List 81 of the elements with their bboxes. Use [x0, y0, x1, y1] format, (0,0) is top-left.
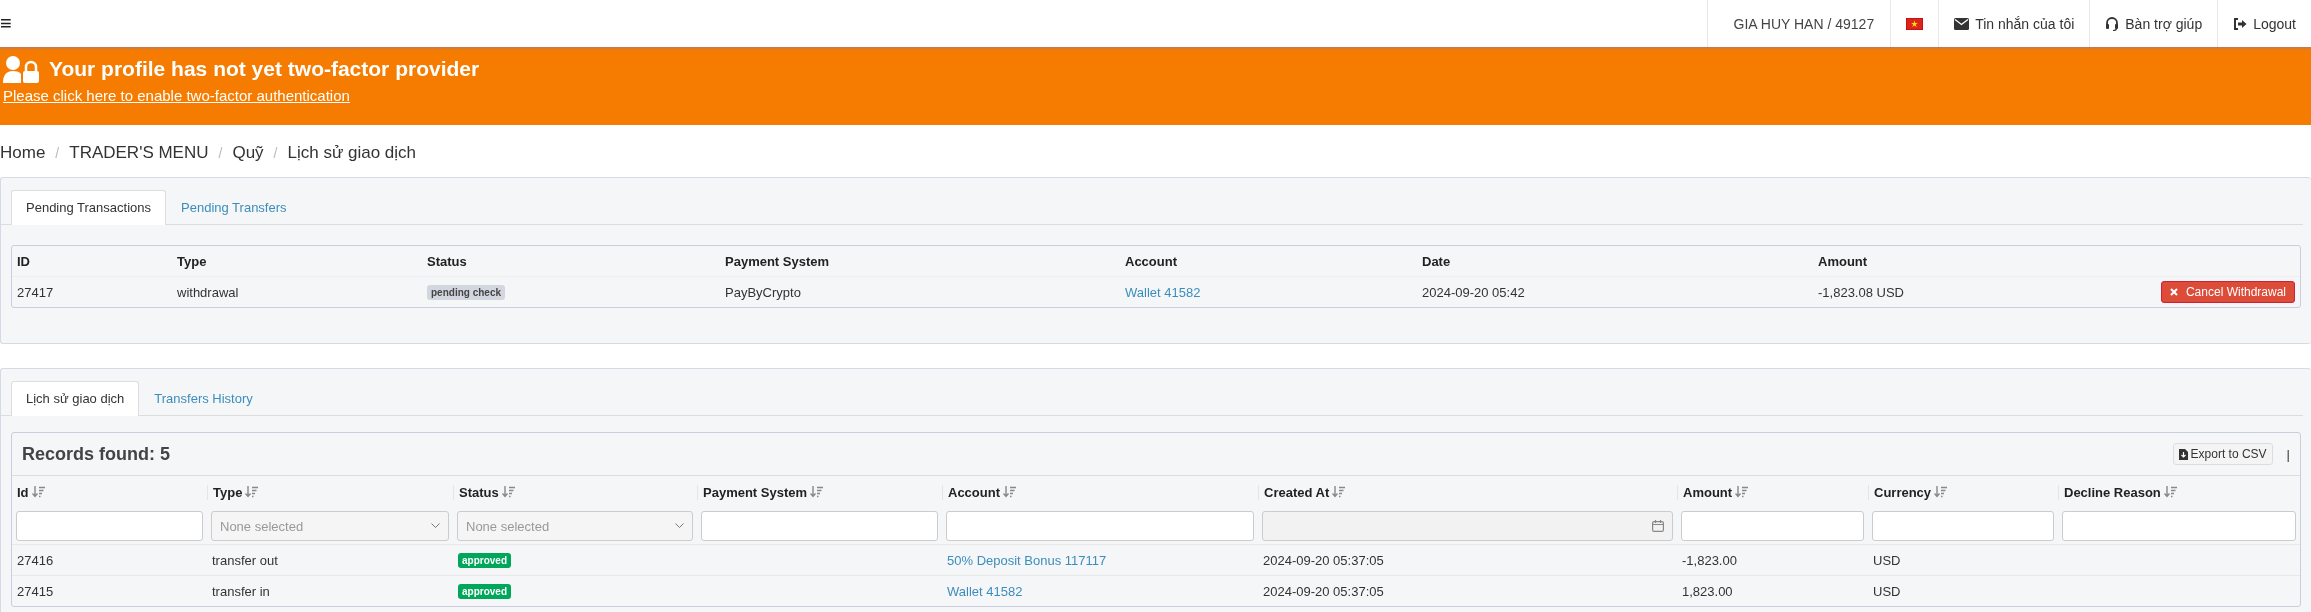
- sort-icon[interactable]: [1003, 486, 1016, 498]
- sort-icon[interactable]: [245, 486, 259, 498]
- column-header[interactable]: Id: [17, 484, 29, 500]
- column-header: Amount: [1817, 253, 1869, 269]
- column-header: Type: [176, 253, 208, 269]
- sort-icon[interactable]: [1934, 486, 1948, 498]
- status-badge: approved: [458, 553, 511, 568]
- flag-icon[interactable]: [1906, 17, 1924, 30]
- column-header: Payment System: [724, 253, 831, 269]
- table-cell-text: transfer out: [211, 552, 279, 568]
- breadcrumb-item: Lịch sử giao dịch: [287, 143, 417, 163]
- status-badge: pending check: [427, 285, 505, 300]
- table-cell-text: 27417: [16, 284, 55, 300]
- date-filter-field[interactable]: [1262, 511, 1673, 541]
- table-cell-text: -1,823.00: [1681, 552, 1738, 568]
- records-count: Records found: 5: [22, 443, 170, 465]
- sort-icon[interactable]: [501, 486, 515, 498]
- download-file-icon: [2178, 448, 2188, 460]
- column-header[interactable]: Decline Reason: [2064, 484, 2161, 500]
- tab[interactable]: Transfers History: [139, 381, 268, 416]
- table-cell-text: 27416: [16, 552, 55, 568]
- table-cell-text: USD: [1872, 583, 1902, 599]
- chevron-down-icon: [431, 523, 440, 529]
- logout-icon: [2233, 17, 2248, 30]
- chevron-down-icon: [675, 523, 684, 529]
- nav-link[interactable]: Logout: [2233, 15, 2296, 32]
- table-cell-text: 2024-09-20 05:37:05: [1262, 583, 1385, 599]
- column-header: ID: [16, 253, 31, 269]
- cancel-withdrawal-button[interactable]: Cancel Withdrawal: [2160, 281, 2295, 303]
- breadcrumb-item[interactable]: Quỹ: [232, 143, 264, 163]
- column-header: Date: [1421, 253, 1452, 269]
- filter-field[interactable]: [1872, 511, 2054, 541]
- tab[interactable]: Pending Transfers: [166, 190, 302, 225]
- tab[interactable]: Pending Transactions: [11, 190, 167, 225]
- column-header[interactable]: Status: [459, 484, 499, 500]
- column-header[interactable]: Created At: [1264, 484, 1330, 500]
- toolbar-separator: |: [2286, 446, 2290, 462]
- table-cell-text: 2024-09-20 05:42: [1421, 284, 1526, 300]
- table-cell-text: PayByCrypto: [724, 284, 802, 300]
- envelope-icon: [1954, 17, 1970, 30]
- breadcrumb-item[interactable]: TRADER'S MENU: [69, 143, 209, 163]
- user-lock-icon: [3, 55, 41, 83]
- filter-field[interactable]: [1681, 511, 1864, 541]
- filter-field[interactable]: [16, 511, 203, 541]
- sort-icon[interactable]: [2163, 486, 2177, 498]
- sort-icon[interactable]: [810, 486, 824, 498]
- column-header: Account: [1124, 253, 1178, 269]
- column-header[interactable]: Amount: [1683, 484, 1733, 500]
- sort-icon[interactable]: [1332, 486, 1346, 498]
- banner-title: Your profile has not yet two-factor provider: [49, 57, 480, 81]
- column-header[interactable]: Currency: [1874, 484, 1932, 500]
- filter-field[interactable]: [701, 511, 938, 541]
- table-cell-text: -1,823.08 USD: [1817, 284, 1905, 300]
- column-header: Status: [426, 253, 468, 269]
- column-header[interactable]: Payment System: [703, 484, 808, 500]
- table-cell-text: 1,823.00: [1681, 583, 1734, 599]
- breadcrumb-separator: /: [218, 145, 223, 161]
- nav-link[interactable]: Tin nhắn của tôi: [1954, 15, 2075, 32]
- breadcrumb-separator: /: [273, 145, 278, 161]
- export-csv-button[interactable]: Export to CSV: [2172, 443, 2273, 465]
- breadcrumb-separator: /: [55, 145, 60, 161]
- breadcrumb-item[interactable]: Home: [0, 143, 46, 163]
- filter-field[interactable]: [946, 511, 1254, 541]
- column-header[interactable]: Account: [948, 484, 1000, 500]
- table-cell-text: 27415: [16, 583, 55, 599]
- account-link[interactable]: 50% Deposit Bonus 117117: [947, 552, 1107, 568]
- sort-icon[interactable]: [1735, 486, 1749, 498]
- table-cell-text: 2024-09-20 05:37:05: [1262, 552, 1385, 568]
- calendar-icon: [1652, 520, 1664, 532]
- nav-link[interactable]: Bàn trợ giúp: [2105, 15, 2203, 32]
- menu-button[interactable]: ≡: [0, 0, 12, 47]
- sort-icon[interactable]: [31, 486, 45, 498]
- headset-icon: [2105, 16, 2120, 31]
- column-header[interactable]: Type: [213, 484, 243, 500]
- table-cell-text: USD: [1872, 552, 1902, 568]
- tab[interactable]: Lịch sử giao dịch: [11, 381, 140, 416]
- filter-field[interactable]: [2062, 511, 2296, 541]
- table-cell-text: transfer in: [211, 583, 271, 599]
- table-cell-text: withdrawal: [176, 284, 240, 300]
- status-badge: approved: [458, 584, 511, 599]
- close-icon: [2169, 288, 2178, 296]
